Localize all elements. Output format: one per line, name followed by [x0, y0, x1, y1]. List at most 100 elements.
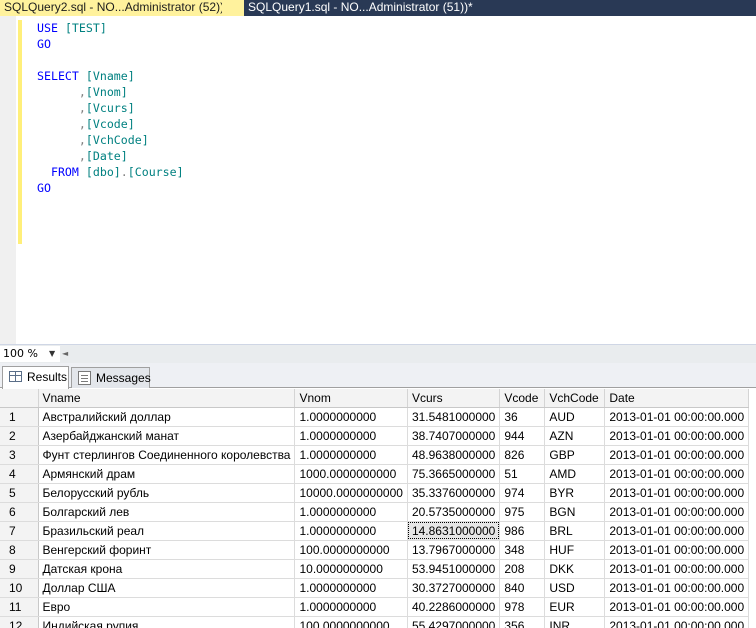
table-cell[interactable]: 100.0000000000 [294, 540, 408, 560]
horizontal-scrollbar[interactable] [74, 348, 756, 360]
table-cell[interactable]: 100.0000000000 [294, 616, 408, 628]
table-cell[interactable]: BYR [544, 483, 606, 503]
table-cell[interactable]: DKK [544, 559, 606, 579]
table-cell[interactable]: 30.3727000000 [407, 578, 501, 598]
table-cell[interactable]: 53.9451000000 [407, 559, 501, 579]
table-cell[interactable]: 1000.0000000000 [294, 464, 408, 484]
table-cell[interactable]: 840 [499, 578, 546, 598]
chevron-down-icon[interactable]: ▼ [49, 346, 55, 362]
scroll-left-icon[interactable]: ◄ [62, 346, 68, 362]
table-cell[interactable]: 1.0000000000 [294, 597, 408, 617]
table-cell[interactable]: 38.7407000000 [407, 426, 501, 446]
table-cell[interactable]: USD [544, 578, 606, 598]
table-row[interactable]: 7 Бразильский реал 1.0000000000 14.86310000… [0, 521, 750, 541]
table-cell[interactable]: Датская крона [38, 559, 296, 579]
code-line[interactable]: SELECT [Vname] [37, 68, 184, 84]
code-line[interactable]: ,[Date] [37, 148, 184, 164]
table-cell[interactable]: 10000.0000000000 [294, 483, 408, 503]
column-header[interactable]: Vnom [294, 389, 408, 408]
table-cell[interactable]: 2013-01-01 00:00:00.000 [604, 578, 750, 598]
table-cell[interactable]: 975 [499, 502, 546, 522]
tab-messages[interactable]: Messages [71, 367, 151, 388]
table-cell[interactable]: AUD [544, 407, 606, 427]
table-cell[interactable]: 986 [499, 521, 546, 541]
table-cell[interactable]: HUF [544, 540, 606, 560]
query-editor[interactable]: USE [TEST] GO SELECT [Vname] ,[Vnom] ,[Vcu… [0, 16, 756, 344]
table-cell[interactable]: 1.0000000000 [294, 426, 408, 446]
row-number[interactable]: 7 [0, 521, 39, 541]
code-line[interactable]: ,[VchCode] [37, 132, 184, 148]
table-cell[interactable]: AZN [544, 426, 606, 446]
corner-cell[interactable] [0, 389, 39, 408]
row-number[interactable]: 4 [0, 464, 39, 484]
table-row[interactable]: 11 Евро 1.0000000000 40.2286000000 978 EUR 201… [0, 597, 750, 617]
code-line[interactable]: ,[Vcode] [37, 116, 184, 132]
table-cell[interactable]: Болгарский лев [38, 502, 296, 522]
table-cell[interactable]: 35.3376000000 [407, 483, 501, 503]
table-cell[interactable]: INR [544, 616, 606, 628]
table-cell[interactable]: 944 [499, 426, 546, 446]
table-cell[interactable]: AMD [544, 464, 606, 484]
table-row[interactable]: 12 Индийская рупия 100.0000000000 55.429700… [0, 616, 750, 628]
table-cell[interactable]: 20.5735000000 [407, 502, 501, 522]
table-cell[interactable]: 31.5481000000 [407, 407, 501, 427]
table-cell[interactable]: 208 [499, 559, 546, 579]
table-cell[interactable]: 2013-01-01 00:00:00.000 [604, 483, 750, 503]
row-number[interactable]: 5 [0, 483, 39, 503]
table-cell[interactable]: 40.2286000000 [407, 597, 501, 617]
row-number[interactable]: 1 [0, 407, 39, 427]
table-cell[interactable]: 10.0000000000 [294, 559, 408, 579]
table-cell[interactable]: Бразильский реал [38, 521, 296, 541]
column-header[interactable]: Date [604, 389, 750, 408]
table-cell[interactable]: 826 [499, 445, 546, 465]
table-cell[interactable]: Индийская рупия [38, 616, 296, 628]
table-cell[interactable]: 55.4297000000 [407, 616, 501, 628]
row-number[interactable]: 6 [0, 502, 39, 522]
table-row[interactable]: 10 Доллар США 1.0000000000 30.3727000000 840… [0, 578, 750, 598]
table-cell[interactable]: 2013-01-01 00:00:00.000 [604, 407, 750, 427]
table-cell[interactable]: 348 [499, 540, 546, 560]
table-cell[interactable]: 2013-01-01 00:00:00.000 [604, 616, 750, 628]
table-cell[interactable]: Австралийский доллар [38, 407, 296, 427]
table-cell[interactable]: 1.0000000000 [294, 578, 408, 598]
table-cell[interactable]: Доллар США [38, 578, 296, 598]
code-area[interactable]: USE [TEST] GO SELECT [Vname] ,[Vnom] ,[Vcu… [37, 20, 184, 196]
table-row[interactable]: 3 Фунт стерлингов Соединенного королевств… [0, 445, 750, 465]
row-number[interactable]: 11 [0, 597, 39, 617]
table-cell[interactable]: 2013-01-01 00:00:00.000 [604, 426, 750, 446]
table-cell[interactable]: 1.0000000000 [294, 521, 408, 541]
row-number[interactable]: 12 [0, 616, 39, 628]
table-cell[interactable]: 2013-01-01 00:00:00.000 [604, 597, 750, 617]
table-cell[interactable]: 356 [499, 616, 546, 628]
row-number[interactable]: 2 [0, 426, 39, 446]
code-line[interactable]: GO [37, 36, 184, 52]
table-cell[interactable]: BRL [544, 521, 606, 541]
tab-results[interactable]: Results [2, 366, 69, 389]
table-cell[interactable]: 36 [499, 407, 546, 427]
row-number[interactable]: 3 [0, 445, 39, 465]
tab-sqlquery2[interactable]: SQLQuery2.sql - NO...Administrator (52)) [0, 0, 224, 16]
table-cell[interactable]: 1.0000000000 [294, 502, 408, 522]
table-cell[interactable]: EUR [544, 597, 606, 617]
code-line[interactable] [37, 52, 184, 68]
row-number[interactable]: 9 [0, 559, 39, 579]
code-line[interactable]: GO [37, 180, 184, 196]
table-cell[interactable]: Белорусский рубль [38, 483, 296, 503]
code-line[interactable]: FROM [dbo].[Course] [37, 164, 184, 180]
table-cell[interactable]: BGN [544, 502, 606, 522]
table-cell[interactable]: 2013-01-01 00:00:00.000 [604, 559, 750, 579]
row-number[interactable]: 10 [0, 578, 39, 598]
table-cell[interactable]: 75.3665000000 [407, 464, 501, 484]
table-cell[interactable]: 13.7967000000 [407, 540, 501, 560]
table-row[interactable]: 9 Датская крона 10.0000000000 53.9451000000… [0, 559, 750, 579]
table-cell[interactable]: 51 [499, 464, 546, 484]
table-cell[interactable]: 2013-01-01 00:00:00.000 [604, 502, 750, 522]
column-header[interactable]: Vcurs [407, 389, 501, 408]
table-cell[interactable]: Азербайджанский манат [38, 426, 296, 446]
results-grid[interactable]: Vname Vnom Vcurs Vcode VchCode Date 1 Австрали… [0, 389, 756, 628]
code-line[interactable]: USE [TEST] [37, 20, 184, 36]
table-cell[interactable]: Фунт стерлингов Соединенного королевства [38, 445, 296, 465]
row-number[interactable]: 8 [0, 540, 39, 560]
table-cell[interactable]: GBP [544, 445, 606, 465]
table-row[interactable]: 5 Белорусский рубль 10000.0000000000 35.337… [0, 483, 750, 503]
